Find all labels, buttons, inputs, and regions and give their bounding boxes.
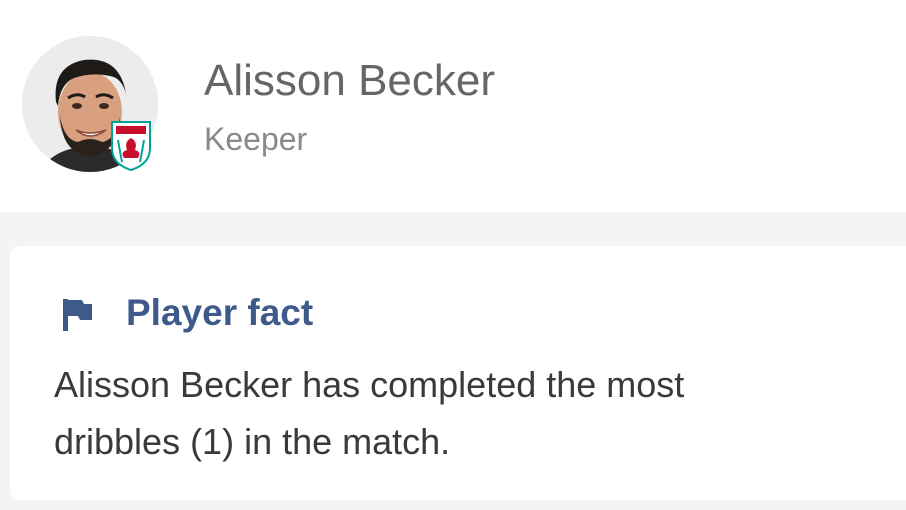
fact-title: Player fact [126,292,314,333]
player-position: Keeper [204,121,308,157]
flag-icon [63,299,92,331]
club-crest-badge-icon [111,121,151,172]
player-header: Alisson Becker Keeper [0,0,906,212]
player-name: Alisson Becker [204,56,496,105]
fact-text: Alisson Becker has completed the most dr… [54,364,685,462]
player-fact-card: Player fact Alisson Becker has completed… [10,246,906,500]
